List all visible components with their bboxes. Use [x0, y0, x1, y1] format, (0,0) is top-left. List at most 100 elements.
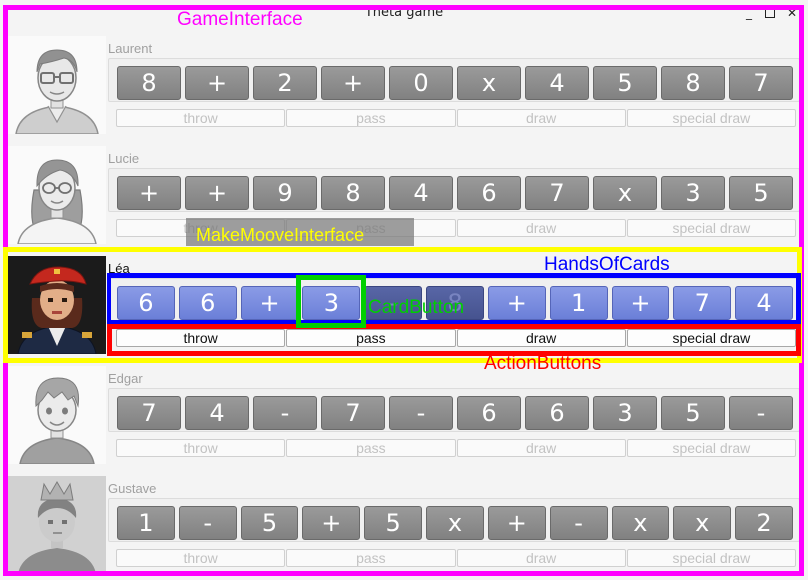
hand-of-cards: 1 - 5 + 5 x + - x x 2	[108, 498, 800, 542]
pass-button[interactable]: pass	[286, 549, 456, 567]
draw-button[interactable]: draw	[456, 109, 626, 127]
draw-button[interactable]: draw	[456, 329, 626, 347]
card-button[interactable]: 9	[253, 176, 317, 210]
card-button[interactable]: x	[673, 506, 732, 540]
pass-button[interactable]: pass	[286, 439, 456, 457]
card-button[interactable]: 3	[302, 286, 361, 320]
card-button[interactable]: 5	[593, 66, 657, 100]
card-button[interactable]: 3	[593, 396, 657, 430]
card-button[interactable]: 5	[729, 176, 793, 210]
card-list: 8 + 2 + 0 x 4 5 8 7	[117, 66, 793, 100]
card-button[interactable]: 6	[178, 286, 237, 320]
card-button[interactable]: +	[185, 176, 249, 210]
player-name: Edgar	[108, 371, 143, 386]
card-button[interactable]: -	[389, 396, 453, 430]
card-button[interactable]: 0	[389, 66, 453, 100]
card-button[interactable]: +	[487, 286, 546, 320]
pass-button[interactable]: pass	[286, 109, 456, 127]
make-move-interface-label: MakeMooveInterface	[196, 225, 365, 245]
card-button[interactable]: +	[321, 66, 385, 100]
player-name: Gustave	[108, 481, 157, 496]
special-draw-button[interactable]: special draw	[626, 439, 796, 457]
woman-glasses-avatar-icon	[8, 146, 106, 244]
game-interface-label: GameInterface	[177, 9, 303, 30]
card-button[interactable]: x	[593, 176, 657, 210]
special-draw-button[interactable]: special draw	[626, 109, 796, 127]
pixel-woman-beret-avatar-icon	[8, 256, 106, 354]
card-button[interactable]: 2	[735, 506, 793, 540]
player-row-gustave: Gustave 1 - 5 + 5 x + - x x 2 throw pass…	[8, 476, 800, 580]
card-button[interactable]: 7	[117, 396, 181, 430]
action-buttons: throw pass draw special draw	[116, 549, 796, 567]
card-button[interactable]: 8	[117, 66, 181, 100]
card-button[interactable]: 7	[321, 396, 385, 430]
special-draw-button[interactable]: special draw	[626, 219, 796, 237]
draw-button[interactable]: draw	[456, 549, 626, 567]
maximize-button[interactable]	[763, 6, 777, 20]
throw-button[interactable]: throw	[116, 329, 286, 347]
card-button-label: CardButton	[368, 297, 465, 318]
card-button[interactable]: 8	[661, 66, 725, 100]
card-button[interactable]: 1	[549, 286, 608, 320]
card-button[interactable]: +	[240, 286, 299, 320]
card-button[interactable]: +	[185, 66, 249, 100]
card-button[interactable]: 4	[185, 396, 249, 430]
card-button[interactable]: -	[178, 506, 237, 540]
card-button[interactable]: x	[611, 506, 670, 540]
card-button[interactable]: 2	[253, 66, 317, 100]
throw-button[interactable]: throw	[116, 109, 286, 127]
card-button[interactable]: 6	[117, 286, 175, 320]
throw-button[interactable]: throw	[116, 549, 286, 567]
hand-of-cards: + + 9 8 4 6 7 x 3 5	[108, 168, 800, 212]
card-button[interactable]: 4	[735, 286, 793, 320]
card-button[interactable]: 5	[661, 396, 725, 430]
card-button[interactable]: -	[253, 396, 317, 430]
card-button[interactable]: x	[426, 506, 484, 540]
card-button[interactable]: -	[729, 396, 793, 430]
player-name: Laurent	[108, 41, 153, 56]
minimize-button[interactable]: _	[742, 6, 756, 20]
card-button[interactable]: +	[487, 506, 546, 540]
card-button[interactable]: 3	[661, 176, 725, 210]
card-button[interactable]: +	[302, 506, 361, 540]
close-button[interactable]: ✕	[785, 6, 799, 20]
card-button[interactable]: 6	[457, 176, 521, 210]
card-button[interactable]: 7	[525, 176, 589, 210]
player-name: Léa	[108, 261, 130, 276]
card-button[interactable]: 6	[525, 396, 589, 430]
card-button[interactable]: 5	[364, 506, 423, 540]
action-buttons: throw pass draw special draw	[116, 439, 796, 457]
hands-of-cards-label: HandsOfCards	[544, 254, 670, 275]
special-draw-button[interactable]: special draw	[626, 329, 796, 347]
window-title: Theta game	[364, 5, 444, 20]
man-glasses-avatar-icon	[8, 36, 106, 134]
card-button[interactable]: 1	[117, 506, 175, 540]
card-button[interactable]: 6	[457, 396, 521, 430]
special-draw-button[interactable]: special draw	[626, 549, 796, 567]
draw-button[interactable]: draw	[456, 219, 626, 237]
card-button[interactable]: +	[117, 176, 181, 210]
card-button[interactable]: 7	[673, 286, 732, 320]
player-row-lucie: Lucie + + 9 8 4 6 7 x 3 5 throw pass dra…	[8, 146, 800, 250]
card-button[interactable]: +	[611, 286, 670, 320]
card-button[interactable]: 8	[321, 176, 385, 210]
card-button[interactable]: 7	[729, 66, 793, 100]
game-window: Theta game _ ✕ Laurent 8 + 2 + 0 x 4 5 8…	[0, 0, 808, 580]
action-buttons: throw pass draw special draw	[116, 329, 796, 347]
card-button[interactable]: -	[549, 506, 608, 540]
draw-button[interactable]: draw	[456, 439, 626, 457]
player-name: Lucie	[108, 151, 140, 166]
action-buttons-label: ActionButtons	[484, 353, 602, 374]
card-list: + + 9 8 4 6 7 x 3 5	[117, 176, 793, 210]
card-button[interactable]: x	[457, 66, 521, 100]
card-button[interactable]: 4	[525, 66, 589, 100]
boy-avatar-icon	[8, 366, 106, 464]
hand-of-cards: 8 + 2 + 0 x 4 5 8 7	[108, 58, 800, 102]
hand-of-cards: 7 4 - 7 - 6 6 3 5 -	[108, 388, 800, 432]
pass-button[interactable]: pass	[286, 329, 456, 347]
card-list: 1 - 5 + 5 x + - x x 2	[117, 506, 793, 540]
card-button[interactable]: 5	[240, 506, 299, 540]
throw-button[interactable]: throw	[116, 439, 286, 457]
card-button[interactable]: 4	[389, 176, 453, 210]
action-buttons: throw pass draw special draw	[116, 109, 796, 127]
